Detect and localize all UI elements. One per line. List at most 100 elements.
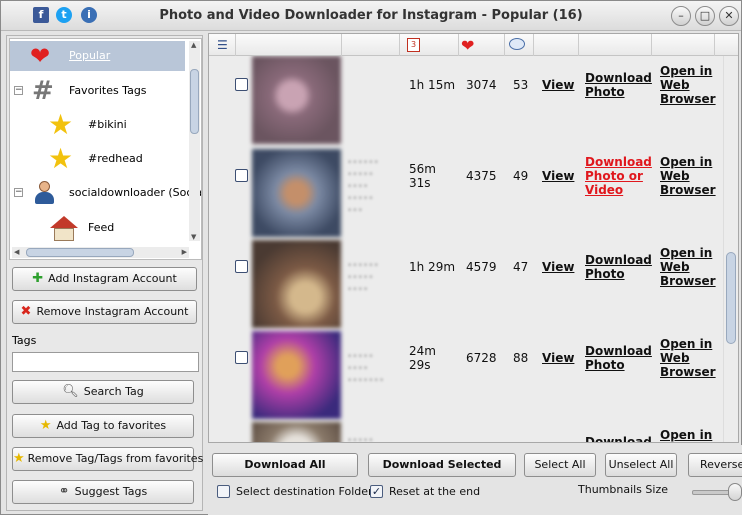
tree-item-popular[interactable]: ❤ Popular	[10, 41, 185, 71]
left-panel: ❤ Popular − # Favorites Tags ★ #bikini ★…	[6, 35, 203, 511]
calendar-icon[interactable]: 3	[407, 38, 420, 52]
column-header: ☰ 3 ❤	[209, 34, 738, 56]
scrollbar-thumb[interactable]	[726, 252, 736, 344]
view-link[interactable]: View	[542, 169, 574, 183]
link-line: Browser	[660, 92, 716, 106]
app-window: f t i Photo and Video Downloader for Ins…	[0, 0, 742, 515]
open-browser-link[interactable]: Open in Web Browser	[660, 155, 716, 197]
row-checkbox[interactable]	[235, 169, 248, 182]
link-line: Open in	[660, 64, 713, 78]
reset-end-label: Reset at the end	[389, 485, 481, 498]
tree-item-bikini[interactable]: ★ #bikini	[10, 110, 185, 140]
view-link[interactable]: View	[542, 78, 574, 92]
time-line: 56m	[409, 162, 436, 176]
view-link[interactable]: View	[542, 260, 574, 274]
time-value: 1h 29m	[409, 260, 461, 274]
unselect-all-button[interactable]: Unselect All	[605, 453, 677, 477]
link-line: Web	[660, 78, 690, 92]
remove-tag-favorites-button[interactable]: ★ Remove Tag/Tags from favorites	[12, 447, 203, 471]
button-label: Remove Instagram Account	[36, 305, 189, 318]
media-row: •••••• ••••• •••• 1h 29m 4579 47 View Down…	[209, 238, 724, 329]
collapse-icon[interactable]: −	[14, 86, 23, 95]
select-folder-checkbox[interactable]	[217, 485, 230, 498]
download-link[interactable]: Download Photo	[585, 71, 652, 99]
tree-item-label: Favorites Tags	[69, 84, 147, 97]
list-icon[interactable]: ☰	[217, 38, 228, 52]
scroll-left-icon[interactable]: ◀	[14, 248, 19, 256]
link-line: Download	[585, 155, 652, 169]
add-instagram-account-button[interactable]: ✚ Add Instagram Account	[12, 267, 197, 291]
comments-count: 49	[513, 169, 529, 183]
list-vertical-scrollbar[interactable]	[723, 56, 738, 442]
tree-item-label: Popular	[69, 49, 111, 62]
scrollbar-thumb[interactable]	[26, 248, 134, 257]
tree-item-favorites-tags[interactable]: − # Favorites Tags	[10, 76, 185, 106]
select-all-button[interactable]: Select All	[524, 453, 596, 477]
download-link[interactable]: Download Photo	[585, 253, 652, 281]
hashtag-icon: #	[32, 76, 54, 106]
minimize-button[interactable]: –	[671, 6, 691, 26]
tags-label: Tags	[12, 334, 37, 347]
thumbnail-image[interactable]	[252, 149, 341, 237]
row-checkbox[interactable]	[235, 351, 248, 364]
thumbnail-image[interactable]	[252, 331, 341, 419]
media-row: ••••• Download Open in	[209, 420, 724, 443]
link-line: Web	[660, 351, 690, 365]
button-label: Search Tag	[83, 385, 144, 398]
scroll-up-icon[interactable]: ▲	[191, 41, 196, 49]
heart-icon[interactable]: ❤	[461, 36, 474, 55]
download-link[interactable]: Download	[585, 435, 652, 442]
delete-icon: ✖	[20, 304, 32, 319]
binoculars-icon: ⚭	[58, 484, 70, 499]
download-selected-button[interactable]: Download Selected	[368, 453, 516, 477]
row-checkbox[interactable]	[235, 78, 248, 91]
button-label: Suggest Tags	[74, 485, 148, 498]
add-tag-favorites-button[interactable]: ★ Add Tag to favorites	[12, 414, 194, 438]
tree-item-socialdownloader[interactable]: − socialdownloader (Socia	[10, 178, 201, 208]
likes-count: 3074	[466, 78, 497, 92]
star-remove-icon: ★	[13, 451, 25, 466]
link-line: Open in	[660, 246, 713, 260]
download-all-button[interactable]: Download All	[212, 453, 358, 477]
plus-icon: ✚	[32, 271, 44, 286]
scroll-down-icon[interactable]: ▼	[191, 233, 196, 241]
tree-item-redhead[interactable]: ★ #redhead	[10, 144, 185, 174]
thumbnail-image[interactable]	[252, 240, 341, 328]
link-line: Browser	[660, 183, 716, 197]
caption-text: •••••	[347, 436, 374, 443]
open-browser-link[interactable]: Open in Web Browser	[660, 64, 716, 106]
view-link[interactable]: View	[542, 351, 574, 365]
likes-count: 4375	[466, 169, 497, 183]
row-checkbox[interactable]	[235, 442, 248, 443]
thumbnail-image[interactable]	[252, 422, 341, 442]
open-browser-link[interactable]: Open in Web Browser	[660, 337, 716, 379]
maximize-button[interactable]: □	[695, 6, 715, 26]
account-tree: ❤ Popular − # Favorites Tags ★ #bikini ★…	[9, 38, 202, 260]
user-icon	[33, 181, 55, 205]
scrollbar-thumb[interactable]	[190, 69, 199, 134]
tree-vertical-scrollbar[interactable]: ▲ ▼	[189, 41, 200, 241]
remove-instagram-account-button[interactable]: ✖ Remove Instagram Account	[12, 300, 197, 324]
search-tag-button[interactable]: 🔍︎ Search Tag	[12, 380, 194, 404]
comment-icon[interactable]	[509, 38, 525, 50]
scroll-right-icon[interactable]: ▶	[182, 248, 187, 256]
open-browser-link[interactable]: Open in Web Browser	[660, 246, 716, 288]
close-button[interactable]: ✕	[719, 6, 739, 26]
bottom-toolbar: Download All Download Selected Select Al…	[208, 445, 742, 515]
tree-item-feed[interactable]: Feed	[10, 213, 185, 243]
house-icon	[50, 216, 78, 242]
comments-count: 47	[513, 260, 529, 274]
reverse-button[interactable]: Reverse	[688, 453, 742, 477]
slider-handle[interactable]	[728, 483, 742, 501]
tree-horizontal-scrollbar[interactable]: ◀ ▶	[12, 247, 189, 258]
open-browser-link[interactable]: Open in	[660, 428, 712, 442]
download-link[interactable]: Download Photo or Video	[585, 155, 652, 197]
tags-input[interactable]	[12, 352, 199, 372]
reset-end-checkbox[interactable]: ✓	[370, 485, 383, 498]
button-label: Add Tag to favorites	[56, 419, 167, 432]
download-link[interactable]: Download Photo	[585, 344, 652, 372]
thumbnail-image[interactable]	[252, 56, 341, 144]
row-checkbox[interactable]	[235, 260, 248, 273]
suggest-tags-button[interactable]: ⚭ Suggest Tags	[12, 480, 194, 504]
collapse-icon[interactable]: −	[14, 188, 23, 197]
